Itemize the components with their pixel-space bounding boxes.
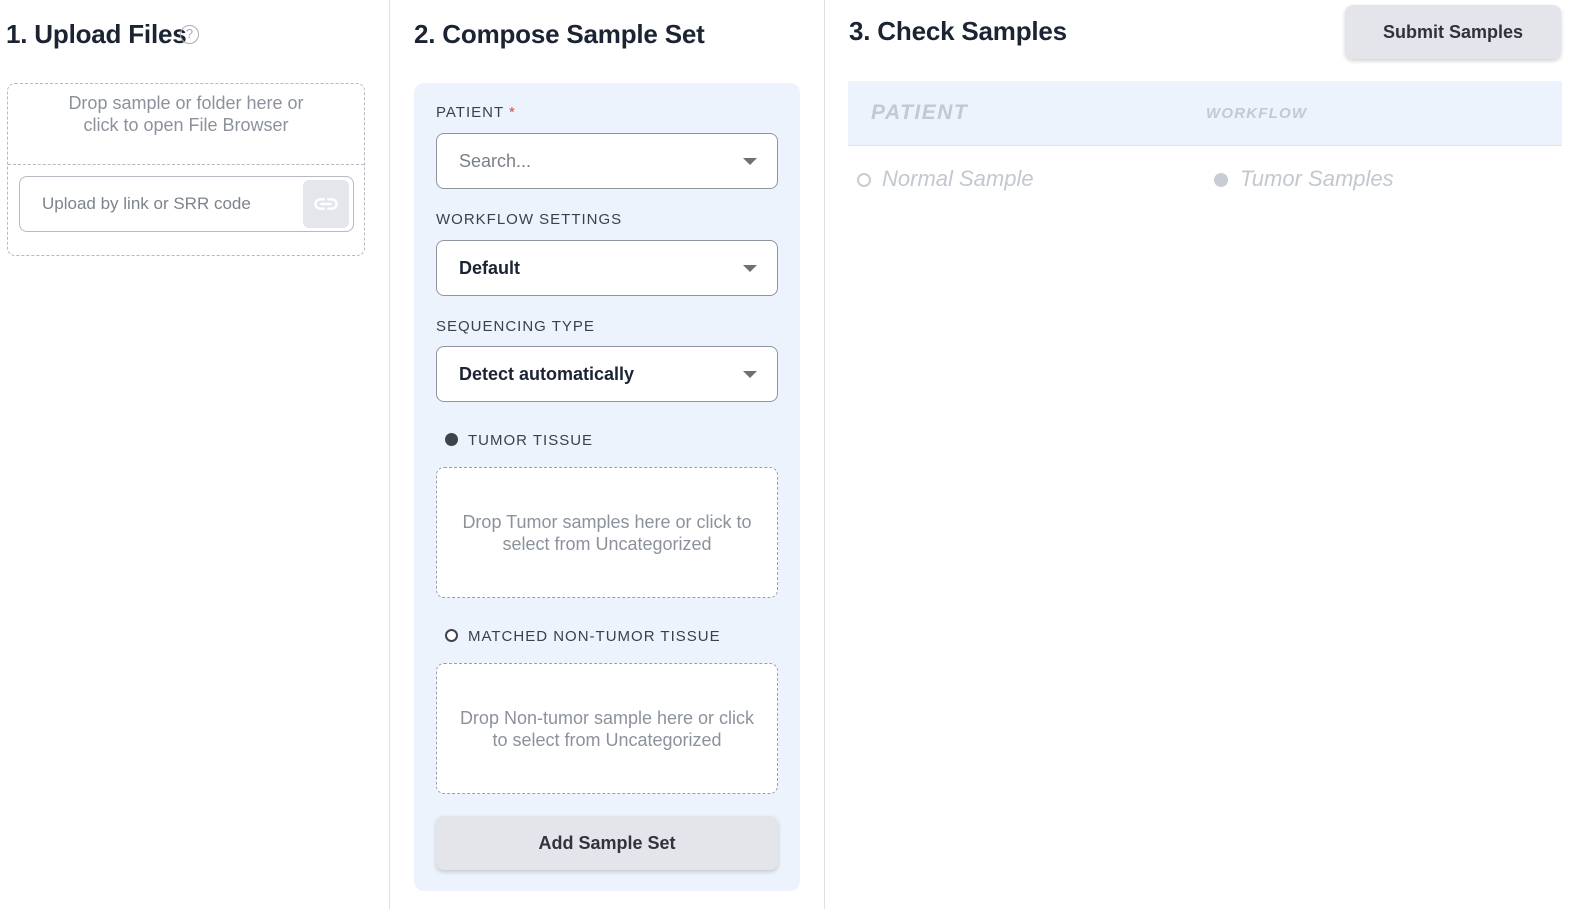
file-drop-zone[interactable]: Drop sample or folder here or click to o…: [7, 83, 365, 256]
tumor-dot-icon: [445, 433, 458, 446]
tumor-tissue-label: TUMOR TISSUE: [468, 432, 594, 449]
chevron-down-icon: [743, 158, 757, 165]
non-tumor-drop-zone[interactable]: Drop Non-tumor sample here or click to s…: [436, 663, 778, 794]
column-divider: [389, 0, 390, 909]
upload-link-button[interactable]: [303, 180, 349, 228]
normal-ring-icon: [445, 629, 458, 642]
workflow-settings-value: Default: [459, 258, 521, 278]
tumor-sample-icon: [1214, 173, 1228, 187]
question-circle-icon[interactable]: ?: [180, 25, 199, 44]
legend-normal-sample: Normal Sample: [882, 166, 1034, 191]
column-header-workflow: WORKFLOW: [1206, 105, 1308, 122]
upload-link-field: [19, 176, 354, 232]
drop-zone-separator: [8, 164, 364, 165]
chevron-down-icon: [743, 265, 757, 272]
patient-search-placeholder: Search...: [459, 151, 532, 171]
samples-table-header: PATIENT WORKFLOW: [848, 81, 1562, 146]
non-tumor-tissue-label: MATCHED NON-TUMOR TISSUE: [468, 628, 721, 645]
legend-tumor-samples: Tumor Samples: [1240, 166, 1394, 191]
tumor-drop-zone[interactable]: Drop Tumor samples here or click to sele…: [436, 467, 778, 598]
patient-select[interactable]: Search...: [436, 133, 778, 189]
sequencing-type-label: SEQUENCING TYPE: [436, 318, 595, 335]
upload-files-title: 1. Upload Files: [6, 19, 187, 49]
sequencing-type-select[interactable]: Detect automatically: [436, 346, 778, 402]
column-divider: [824, 0, 825, 909]
column-header-patient: PATIENT: [871, 101, 969, 124]
sequencing-type-value: Detect automatically: [459, 364, 635, 384]
compose-sample-set-title: 2. Compose Sample Set: [414, 19, 705, 49]
file-drop-text: Drop sample or folder here or click to o…: [68, 93, 304, 135]
link-icon: [314, 198, 338, 210]
add-sample-set-button[interactable]: Add Sample Set: [436, 816, 778, 870]
workflow-settings-select[interactable]: Default: [436, 240, 778, 296]
patient-label: PATIENT *: [436, 104, 516, 121]
upload-link-input[interactable]: [20, 177, 300, 231]
normal-sample-icon: [857, 173, 871, 187]
workflow-settings-label: WORKFLOW SETTINGS: [436, 211, 623, 228]
chevron-down-icon: [743, 371, 757, 378]
check-samples-title: 3. Check Samples: [849, 16, 1067, 46]
required-mark: *: [509, 104, 516, 121]
submit-samples-button[interactable]: Submit Samples: [1345, 5, 1561, 59]
